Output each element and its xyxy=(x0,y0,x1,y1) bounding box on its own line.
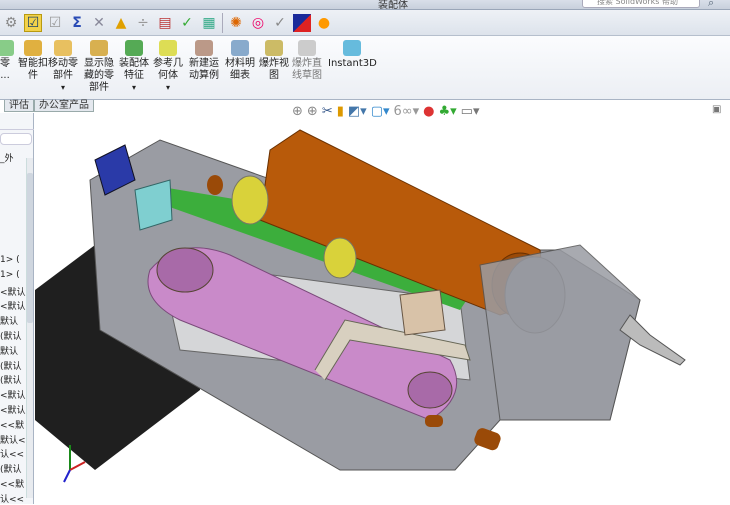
label: 新建运 动算例 xyxy=(189,58,219,81)
part-icon xyxy=(0,40,14,56)
show-hidden-icon xyxy=(90,40,108,56)
command-toolbar: ⚙ ☑ ☑ Σ ✕ ▲ ÷ ▤ ✓ ▦ ✺ ◎ ✓ ● xyxy=(0,10,730,36)
graphics-area[interactable] xyxy=(35,113,730,504)
reference-icon xyxy=(159,40,177,56)
circle-check-icon[interactable]: ✓ xyxy=(271,14,289,32)
tree-item[interactable]: <<默 xyxy=(0,477,26,490)
color-square-icon[interactable] xyxy=(293,13,311,32)
checkbox-icon[interactable]: ☑ xyxy=(24,13,42,32)
label: 装配体 特征 xyxy=(119,58,149,81)
rings-icon[interactable]: ◎ xyxy=(249,14,267,32)
pulley-2[interactable] xyxy=(407,371,453,409)
tree-item[interactable]: 1> ( xyxy=(0,255,26,265)
bom-button[interactable]: 材料明 细表 xyxy=(225,40,255,82)
explode-icon[interactable]: ✺ xyxy=(227,14,245,32)
move-component-button[interactable]: 移动零 部件 ▾ xyxy=(48,40,78,94)
label: 显示隐 藏的零 部件 xyxy=(84,58,114,93)
move-icon xyxy=(54,40,72,56)
smart-fastener-button[interactable]: 智能扣 件 xyxy=(18,40,48,82)
tan-block[interactable] xyxy=(399,289,446,336)
filter-input[interactable] xyxy=(0,133,32,145)
instant3d-button[interactable]: Instant3D xyxy=(328,40,377,70)
ribbon: 零 ... 智能扣 件 移动零 部件 ▾ 显示隐 藏的零 部件 装配体 特征 ▾ 参… xyxy=(0,36,730,100)
show-hidden-button[interactable]: 显示隐 藏的零 部件 xyxy=(84,40,114,94)
tab-office-products[interactable]: 办公室产品 xyxy=(34,100,94,112)
search-input[interactable]: 搜索 SolidWorks 帮助 xyxy=(582,0,700,8)
label: 材料明 细表 xyxy=(225,58,255,81)
knob[interactable] xyxy=(207,175,223,195)
split-icon[interactable]: ÷ xyxy=(134,14,152,32)
tree-item[interactable]: (默认 xyxy=(0,359,26,372)
explode-icon xyxy=(265,40,283,56)
check-icon[interactable]: ☑ xyxy=(46,14,64,32)
table-icon[interactable]: ▦ xyxy=(200,14,218,32)
command-tabs: 评估 办公室产品 xyxy=(0,100,94,112)
tree-item[interactable]: <默认 xyxy=(0,299,26,312)
instant3d-icon xyxy=(343,40,362,56)
panel-tabs[interactable] xyxy=(0,116,34,130)
tree-item[interactable]: 默认 xyxy=(0,344,26,357)
label: 移动零 部件 xyxy=(48,58,78,81)
sigma-icon[interactable]: Σ xyxy=(68,14,86,32)
ribbon-button-part[interactable]: 零 ... xyxy=(0,40,14,82)
label: 零 ... xyxy=(0,58,10,81)
title-bar: 装配体 搜索 SolidWorks 帮助 ⌕ xyxy=(0,0,730,11)
scrollbar-thumb[interactable] xyxy=(27,173,33,323)
separator xyxy=(222,12,223,33)
interference-icon[interactable]: ✓ xyxy=(178,14,196,32)
new-motion-study-button[interactable]: 新建运 动算例 xyxy=(189,40,219,82)
appearance-icon[interactable]: ● xyxy=(315,14,333,32)
pulley[interactable] xyxy=(156,247,214,293)
label: 爆炸直 线草图 xyxy=(292,58,322,81)
tree-item[interactable]: 认<< xyxy=(0,492,26,505)
fastener-icon xyxy=(24,40,42,56)
label: 爆炸视 图 xyxy=(259,58,289,81)
tab-evaluate[interactable]: 评估 xyxy=(4,100,34,112)
tree-root[interactable]: _外 xyxy=(0,151,26,164)
tree-item[interactable]: <默认 xyxy=(0,285,26,298)
yellow-part[interactable] xyxy=(231,175,269,225)
label: 参考几 何体 xyxy=(153,58,183,81)
measure-icon[interactable]: ✕ xyxy=(90,14,108,32)
label: Instant3D xyxy=(328,58,377,69)
tree-item[interactable]: <<默 xyxy=(0,418,26,431)
yellow-part-2[interactable] xyxy=(323,237,357,279)
assembly-features-button[interactable]: 装配体 特征 ▾ xyxy=(119,40,149,94)
table-icon xyxy=(231,40,249,56)
motion-icon xyxy=(195,40,213,56)
feature-tree-panel: _外 1> (1> (<默认 <默认 默认 (默认 默认 (默认 (默认 <默认 <默认 <<默默… xyxy=(0,113,34,505)
tree-item[interactable]: 1> ( xyxy=(0,270,26,280)
label: 智能扣 件 xyxy=(18,58,48,81)
explode-line-sketch-button[interactable]: 爆炸直 线草图 xyxy=(292,40,322,82)
bolt-2[interactable] xyxy=(425,415,443,427)
tree-item[interactable]: (默认 xyxy=(0,329,26,342)
features-icon xyxy=(125,40,143,56)
tree-item[interactable]: (默认 xyxy=(0,462,26,475)
end-plate[interactable] xyxy=(479,244,641,421)
tree-item[interactable]: 默认< xyxy=(0,433,26,446)
search-icon[interactable]: ⌕ xyxy=(708,0,714,10)
sketch-icon xyxy=(298,40,316,56)
tree-item[interactable]: (默认 xyxy=(0,373,26,386)
tree-item[interactable]: <默认 xyxy=(0,403,26,416)
reference-geometry-button[interactable]: 参考几 何体 ▾ xyxy=(153,40,183,94)
tree-item[interactable]: <默认 xyxy=(0,388,26,401)
doc-icon[interactable]: ▤ xyxy=(156,14,174,32)
bell-icon[interactable]: ▲ xyxy=(112,14,130,32)
tree-item[interactable]: 默认 xyxy=(0,314,26,327)
gear-icon[interactable]: ⚙ xyxy=(2,14,20,32)
tree-item[interactable]: 认<< xyxy=(0,447,26,460)
exploded-view-button[interactable]: 爆炸视 图 xyxy=(259,40,289,82)
